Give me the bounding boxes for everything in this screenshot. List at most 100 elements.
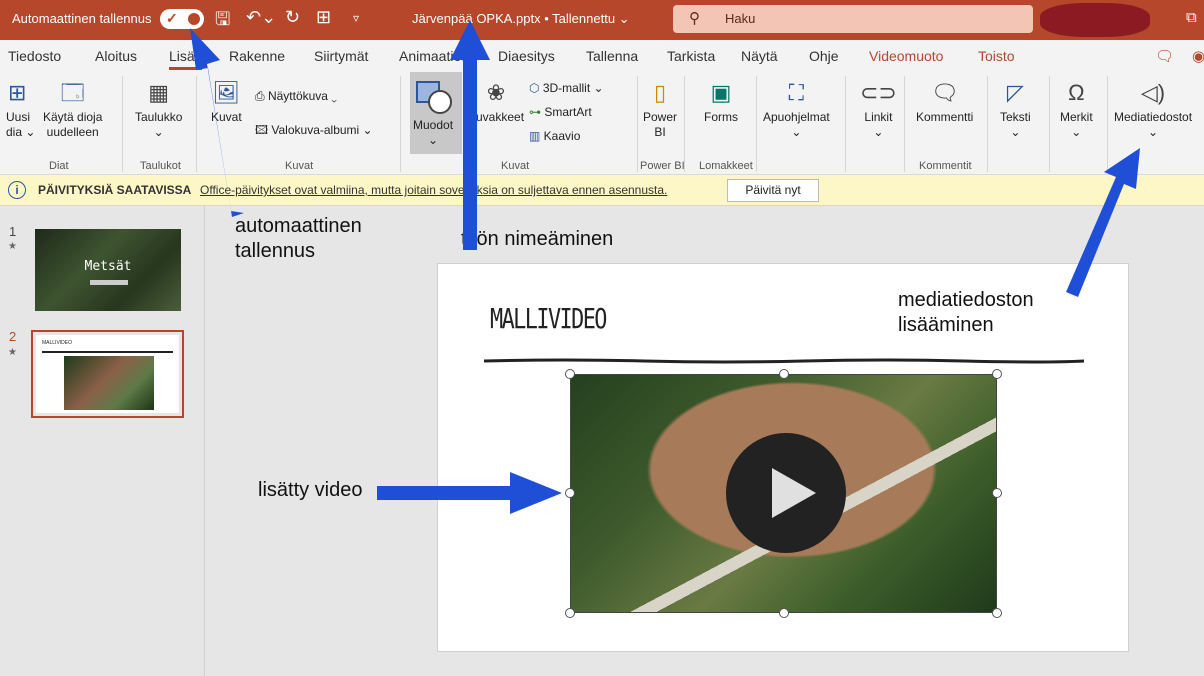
tab-lisaa[interactable]: Lisää (169, 48, 203, 70)
links-button[interactable]: ⊂⊃ Linkit ⌄ (860, 80, 897, 140)
tab-nayta[interactable]: Näytä (741, 48, 778, 64)
transition-star-icon: ★ (8, 347, 17, 358)
tab-tarkista[interactable]: Tarkista (667, 48, 715, 64)
power-bi-button[interactable]: ▯ Power BI (643, 80, 677, 140)
search-box[interactable]: ⚲ Haku (673, 5, 1033, 33)
thumbnail-2-video (64, 356, 154, 410)
annotation-media-line-1: mediatiedoston (898, 289, 1034, 311)
separator (1049, 76, 1050, 172)
slide-title[interactable]: MALLIVIDEO (490, 302, 607, 335)
annotation-media: mediatiedoston lisääminen (898, 288, 1034, 338)
redo-icon[interactable]: ↻ (285, 7, 300, 28)
resize-handle[interactable] (779, 369, 789, 379)
text-icon: ◸ (1006, 80, 1024, 105)
symbols-label: Merkit (1060, 110, 1093, 124)
text-button[interactable]: ◸ Teksti ⌄ (1000, 80, 1031, 140)
new-slide-label-2: dia ⌄ (6, 125, 36, 139)
tab-tiedosto[interactable]: Tiedosto (8, 48, 61, 64)
comments-icon[interactable]: 🗨 (1155, 47, 1174, 65)
tab-animaatiot[interactable]: Animaatiot (399, 48, 465, 64)
resize-handle[interactable] (779, 608, 789, 618)
save-icon[interactable]: 🖫 (215, 7, 230, 37)
tab-videomuoto[interactable]: Videomuoto (869, 48, 943, 64)
forms-button[interactable]: ▣ Forms (704, 80, 738, 125)
link-icon: ⊂⊃ (860, 80, 897, 105)
screenshot-button[interactable]: ⎙ Näyttökuva ⌄ (255, 89, 337, 104)
add-ins-icon: ⛶ (788, 80, 805, 105)
tab-ohje[interactable]: Ohje (809, 48, 839, 64)
shapes-button[interactable]: Muodot ⌄ (413, 118, 453, 148)
comment-button[interactable]: 🗨 Kommentti (916, 80, 973, 125)
tab-siirtymat[interactable]: Siirtymät (314, 48, 368, 64)
present-icon[interactable]: ⊞ (316, 7, 331, 28)
play-button[interactable] (726, 433, 846, 553)
tab-aloitus[interactable]: Aloitus (95, 48, 137, 64)
slide-thumbnail-pane: 1 ★ Metsät 2 ★ MALLIVIDEO (0, 206, 205, 676)
add-ins-dropdown-icon: ⌄ (791, 125, 802, 139)
separator (904, 76, 905, 172)
photo-album-label: Valokuva-albumi ⌄ (271, 123, 373, 137)
reuse-slides-label-2: uudelleen (46, 125, 99, 139)
media-dropdown-icon: ⌄ (1147, 125, 1159, 139)
3d-models-label: 3D-mallit ⌄ (542, 81, 604, 95)
chart-button[interactable]: ▥ Kaavio (529, 129, 580, 144)
undo-icon[interactable]: ↶⌄ (246, 7, 276, 28)
forms-label: Forms (704, 110, 738, 124)
icons-button[interactable]: ❀ Kuvakkeet (468, 80, 524, 125)
title-bar: Automaattinen tallennus ✓ 🖫 ↶⌄ ↻ ⊞ ▿ Jär… (0, 0, 1204, 40)
slide-number-2: 2 (9, 329, 17, 344)
reuse-slides-button[interactable]: 🗔 Käytä dioja uudelleen (43, 80, 102, 140)
separator (756, 76, 757, 172)
record-icon[interactable]: ◉ (1192, 47, 1204, 65)
resize-handle[interactable] (565, 488, 575, 498)
separator (637, 76, 638, 172)
media-button[interactable]: ◁) Mediatiedostot ⌄ (1114, 80, 1192, 140)
table-icon: ▦ (148, 80, 170, 105)
check-icon: ✓ (166, 10, 178, 26)
autosave-toggle[interactable]: ✓ (160, 9, 204, 29)
customize-qat-icon[interactable]: ▿ (353, 11, 359, 25)
photo-album-button[interactable]: 🖾 Valokuva-albumi ⌄ (255, 123, 373, 138)
smartart-label: SmartArt (544, 105, 592, 119)
tab-toisto[interactable]: Toisto (978, 48, 1015, 64)
play-icon (772, 468, 816, 518)
resize-handle[interactable] (565, 369, 575, 379)
tab-diaesitys[interactable]: Diaesitys (498, 48, 555, 64)
annotation-video: lisätty video (258, 479, 363, 501)
group-label-power-bi: Power BI (640, 160, 685, 172)
resize-handle[interactable] (992, 488, 1002, 498)
chart-label: Kaavio (543, 129, 581, 143)
table-button[interactable]: ▦ Taulukko ⌄ (135, 80, 182, 140)
add-ins-button[interactable]: ⛶ Apuohjelmat ⌄ (763, 80, 830, 140)
media-label: Mediatiedostot (1114, 110, 1193, 124)
add-ins-label: Apuohjelmat (763, 110, 830, 124)
tab-tallenna[interactable]: Tallenna (586, 48, 638, 64)
smartart-button[interactable]: ⊶ SmartArt (529, 105, 592, 120)
resize-handle[interactable] (992, 608, 1002, 618)
update-now-button[interactable]: Päivitä nyt (727, 179, 819, 202)
resize-handle[interactable] (992, 369, 1002, 379)
group-label-kuvat: Kuvat (285, 160, 314, 172)
symbols-button[interactable]: Ω Merkit ⌄ (1060, 80, 1093, 140)
resize-handle[interactable] (565, 608, 575, 618)
3d-models-button[interactable]: ⬡ 3D-mallit ⌄ (529, 81, 604, 96)
pictures-button[interactable]: 🖼 Kuvat (211, 80, 242, 125)
document-filename[interactable]: Järvenpää OPKA.pptx • Tallennettu ⌄ (412, 11, 630, 27)
power-bi-icon: ▯ (653, 80, 667, 105)
group-label-kommentit: Kommentit (919, 160, 972, 172)
text-dropdown-icon: ⌄ (1010, 125, 1021, 139)
update-message-link[interactable]: Office-päivitykset ovat valmiina, mutta … (200, 183, 667, 197)
inserted-video[interactable] (570, 374, 997, 613)
thumbnail-1-subtitle-bar (90, 280, 128, 285)
new-slide-label: Uusi (6, 110, 31, 124)
tab-rakenne[interactable]: Rakenne (229, 48, 285, 64)
shapes-circle-icon (428, 90, 452, 114)
slide-thumbnail-1[interactable]: Metsät (35, 229, 181, 311)
screenshot-label: Näyttökuva ⌄ (267, 89, 337, 103)
speaker-icon: ◁) (1140, 80, 1166, 105)
ribbon-display-icon[interactable]: ⧉ (1186, 9, 1197, 26)
slide-thumbnail-2[interactable]: MALLIVIDEO (31, 330, 184, 418)
slide-title-underline (484, 358, 1084, 364)
shapes-dropdown-icon: ⌄ (427, 133, 439, 147)
new-slide-button[interactable]: ⊞ Uusi dia ⌄ (6, 80, 35, 140)
